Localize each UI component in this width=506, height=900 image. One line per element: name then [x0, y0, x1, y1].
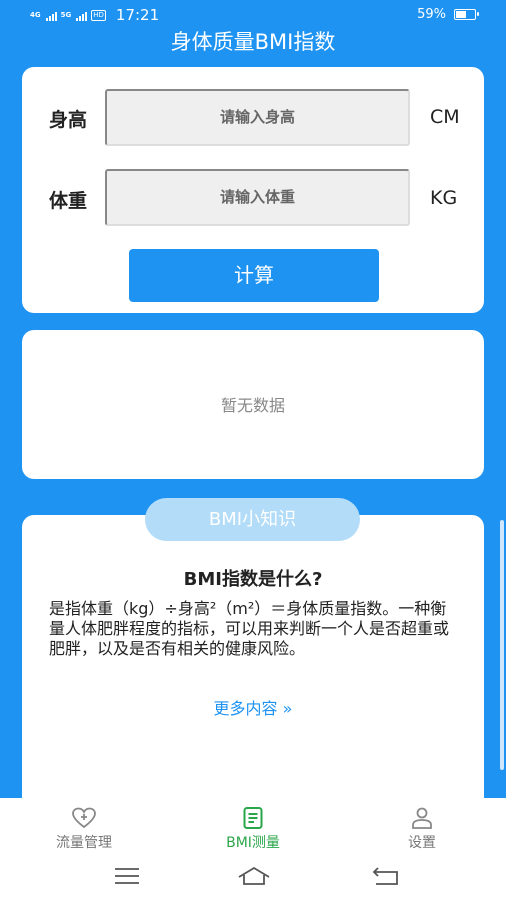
menu-icon[interactable]	[114, 865, 140, 887]
weight-label: 体重	[49, 190, 88, 212]
signal-icon	[45, 9, 57, 21]
signal-icon-2	[76, 9, 88, 21]
battery-fill	[456, 11, 467, 18]
tab-bmi-measure[interactable]: BMI测量	[169, 798, 337, 855]
knowledge-card: BMI指数是什么? 是指体重（kg）÷身高²（m²）＝身体质量指数。一种衡量人体…	[22, 515, 484, 815]
network-5g-label: 5G	[60, 10, 72, 19]
knowledge-badge: BMI小知识	[145, 498, 360, 541]
tab-label: BMI测量	[226, 835, 280, 851]
tab-traffic-management[interactable]: 流量管理	[0, 798, 168, 855]
weight-unit: KG	[430, 187, 458, 209]
scrollbar[interactable]	[500, 520, 504, 770]
knowledge-body: 是指体重（kg）÷身高²（m²）＝身体质量指数。一种衡量人体肥胖程度的指标，可以…	[49, 599, 450, 658]
tab-label: 设置	[408, 835, 436, 851]
no-data-text: 暂无数据	[220, 396, 285, 415]
page-title: 身体质量BMI指数	[170, 30, 336, 54]
battery-icon	[454, 9, 479, 20]
tab-settings[interactable]: 设置	[338, 798, 506, 855]
height-input[interactable]: 请输入身高	[105, 89, 410, 146]
battery-percent: 59%	[417, 7, 446, 22]
hd-badge: HD	[91, 9, 106, 21]
result-card: 暂无数据	[22, 330, 484, 479]
weight-input[interactable]: 请输入体重	[105, 169, 410, 226]
knowledge-title: BMI指数是什么?	[183, 569, 323, 590]
back-icon[interactable]	[372, 865, 400, 887]
input-card: 身高 请输入身高 CM 体重 请输入体重 KG 计算	[22, 67, 484, 313]
document-icon	[169, 806, 337, 830]
heart-plus-icon	[0, 806, 168, 830]
status-right: 59%	[417, 7, 479, 22]
status-time: 17:21	[115, 6, 160, 24]
tab-bar: 流量管理 BMI测量 设置	[0, 798, 506, 855]
height-label: 身高	[49, 109, 88, 131]
home-icon[interactable]	[237, 865, 271, 887]
tab-label: 流量管理	[56, 835, 112, 851]
status-left: 4G 5G HD 17:21	[30, 6, 159, 24]
more-content-link[interactable]: 更多内容 »	[22, 695, 484, 719]
person-icon	[338, 806, 506, 830]
system-nav-bar	[0, 855, 506, 900]
calculate-button[interactable]: 计算	[129, 249, 379, 302]
network-4g-label: 4G	[30, 10, 41, 19]
height-unit: CM	[430, 106, 460, 128]
